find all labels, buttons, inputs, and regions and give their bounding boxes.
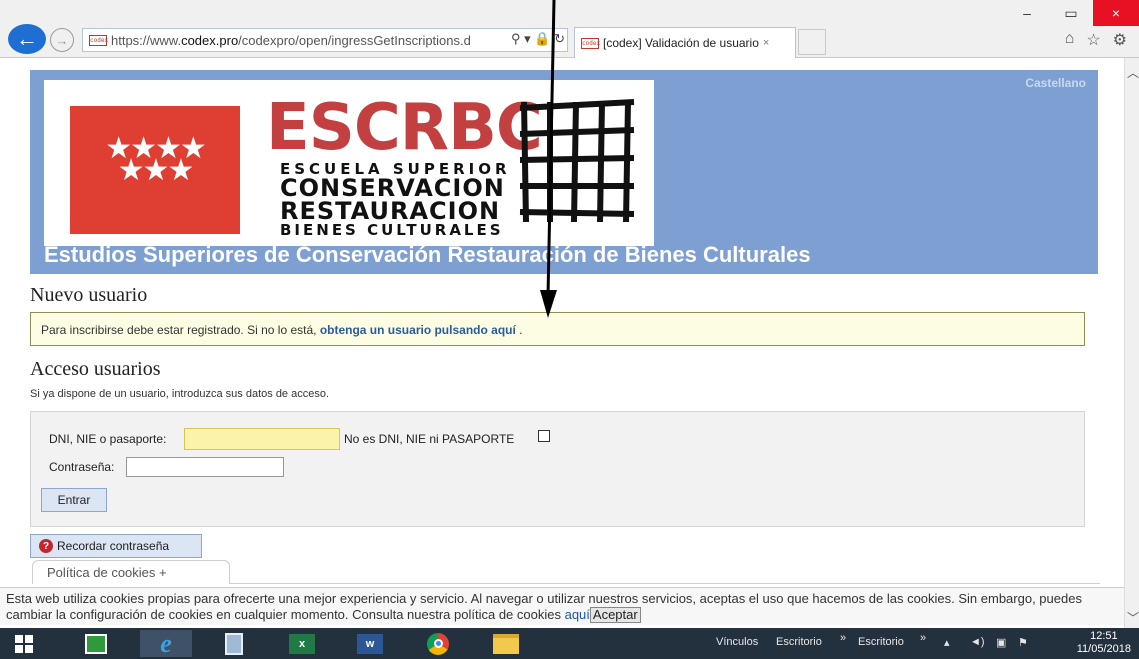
address-bar-tools: ⚲ ▾ 🔒 ↻ [506, 31, 565, 47]
taskbar-chrome[interactable] [412, 630, 464, 657]
login-form: DNI, NIE o pasaporte: No es DNI, NIE ni … [30, 411, 1085, 527]
clock-time: 12:51 [1090, 630, 1118, 642]
taskbar-word[interactable]: w [344, 630, 396, 657]
windows-logo-icon [15, 634, 33, 653]
cookie-banner-text: Esta web utiliza cookies propias para of… [6, 591, 1082, 622]
site-title: Estudios Superiores de Conservación Rest… [44, 242, 811, 267]
scroll-up-icon[interactable]: ︿ [1127, 64, 1139, 81]
clock-date: 11/05/2018 [1076, 643, 1131, 655]
grid-logo-icon [519, 99, 635, 223]
page-content: Castellano ★★★★ ★★★ ESCRBC ESCUELA SUPERI… [10, 58, 1124, 628]
cookie-banner: Esta web utiliza cookies propias para of… [0, 587, 1124, 625]
back-button[interactable]: ← [8, 24, 46, 54]
excel-icon: x [289, 633, 315, 654]
internet-explorer-icon: e [160, 628, 172, 658]
scroll-down-icon[interactable]: ﹀ [1127, 609, 1139, 626]
tab-close-icon[interactable]: × [763, 37, 769, 49]
register-link[interactable]: obtenga un usuario pulsando aquí [320, 323, 516, 337]
home-icon[interactable]: ⌂ [1065, 30, 1075, 50]
no-dni-checkbox[interactable] [538, 430, 550, 442]
flag-notification-icon[interactable]: ⚑ [1018, 636, 1028, 649]
favorites-star-icon[interactable]: ☆ [1086, 30, 1100, 50]
notice-end: . [515, 323, 523, 337]
divider [230, 583, 1100, 584]
logo-acronym: ESCRBC [266, 91, 543, 165]
word-icon: w [357, 633, 383, 654]
tray-expand-icon[interactable]: ▴ [944, 636, 950, 649]
site-favicon-icon: codex [89, 34, 109, 46]
madrid-flag-icon: ★★★★ ★★★ [70, 106, 240, 234]
cookie-policy-tab[interactable]: Política de cookies + [32, 560, 230, 584]
password-label: Contraseña: [49, 460, 115, 474]
url-path: /codexpro/open/ingressGetInscriptions.d [238, 32, 471, 48]
no-dni-label: No es DNI, NIE ni PASAPORTE [344, 432, 515, 446]
tab-title: [codex] Validación de usuario [603, 36, 759, 50]
registration-notice: Para inscribirse debe estar registrado. … [30, 312, 1085, 346]
chrome-icon [427, 632, 449, 655]
search-icon[interactable]: ⚲ [511, 31, 521, 46]
volume-icon[interactable]: ◄) [970, 636, 985, 648]
address-bar[interactable]: codex https://www. codex.pro/codexpro/ope… [82, 28, 568, 52]
maximize-button[interactable]: ▭ [1049, 0, 1093, 26]
folder-icon [493, 633, 519, 654]
language-link[interactable]: Castellano [1025, 76, 1086, 90]
chevron-icon[interactable]: » [920, 632, 926, 644]
back-arrow-icon: ← [16, 26, 38, 51]
browser-toolbar-icons: ⌂ ☆ ⚙ [1065, 30, 1127, 50]
dni-input[interactable] [184, 428, 340, 450]
tab-active[interactable]: codex [codex] Validación de usuario × [574, 27, 796, 58]
system-clock[interactable]: 12:51 11/05/2018 [1077, 630, 1131, 656]
taskbar-store[interactable] [70, 630, 122, 657]
windows-taskbar: e x w Vínculos Escritorio » Escritorio »… [0, 628, 1139, 659]
links-toolbar[interactable]: Vínculos [716, 636, 758, 648]
store-icon [85, 633, 107, 654]
school-logo: ★★★★ ★★★ ESCRBC ESCUELA SUPERIOR CONSERVA… [44, 80, 654, 246]
taskbar-internet-explorer[interactable]: e [140, 628, 192, 658]
page-scrollbar[interactable]: ︿ ﹀ [1124, 58, 1139, 628]
site-header: Castellano ★★★★ ★★★ ESCRBC ESCUELA SUPERI… [30, 70, 1098, 274]
url-host: codex.pro [181, 32, 239, 48]
login-description: Si ya dispone de un usuario, introduzca … [30, 388, 330, 400]
close-window-button[interactable]: × [1093, 0, 1139, 26]
taskbar-excel[interactable]: x [276, 630, 328, 657]
desktop-toolbar-2[interactable]: Escritorio [858, 636, 904, 648]
url-protocol: https://www. [111, 32, 182, 48]
settings-gear-icon[interactable]: ⚙ [1113, 30, 1127, 50]
password-input[interactable] [126, 457, 284, 477]
accept-cookies-button[interactable]: Aceptar [589, 607, 641, 623]
new-tab-button[interactable] [798, 29, 826, 55]
window-controls: – ▭ × [1005, 0, 1139, 28]
chevron-icon[interactable]: » [840, 632, 846, 644]
new-user-heading: Nuevo usuario [30, 284, 148, 306]
remember-password-button[interactable]: ? Recordar contraseña [30, 534, 202, 558]
refresh-icon[interactable]: ↻ [554, 31, 565, 46]
lock-icon[interactable]: 🔒 [534, 31, 550, 46]
taskbar-file-explorer[interactable] [480, 630, 532, 657]
calculator-icon [225, 632, 243, 655]
forward-button[interactable]: → [50, 28, 74, 52]
desktop-toolbar-1[interactable]: Escritorio [776, 636, 822, 648]
logo-line-4: BIENES CULTURALES [280, 221, 504, 239]
minimize-button[interactable]: – [1005, 0, 1049, 26]
network-icon[interactable]: ▣ [996, 636, 1006, 649]
help-icon: ? [39, 539, 53, 553]
remember-password-label: Recordar contraseña [57, 539, 170, 553]
taskbar-calculator[interactable] [208, 630, 260, 657]
notice-text: Para inscribirse debe estar registrado. … [41, 323, 320, 337]
tab-favicon-icon: codex [581, 37, 601, 49]
forward-arrow-icon: → [55, 32, 69, 48]
login-button[interactable]: Entrar [41, 488, 107, 512]
dropdown-icon[interactable]: ▾ [524, 31, 531, 46]
cookie-policy-link[interactable]: aquí [565, 607, 590, 622]
stars-icon: ★★★★ ★★★ [105, 132, 207, 187]
browser-chrome: – ▭ × ← → codex https://www. codex.pro/co… [0, 0, 1139, 58]
login-heading: Acceso usuarios [30, 358, 161, 380]
dni-label: DNI, NIE o pasaporte: [49, 432, 167, 446]
start-button[interactable] [6, 630, 42, 657]
